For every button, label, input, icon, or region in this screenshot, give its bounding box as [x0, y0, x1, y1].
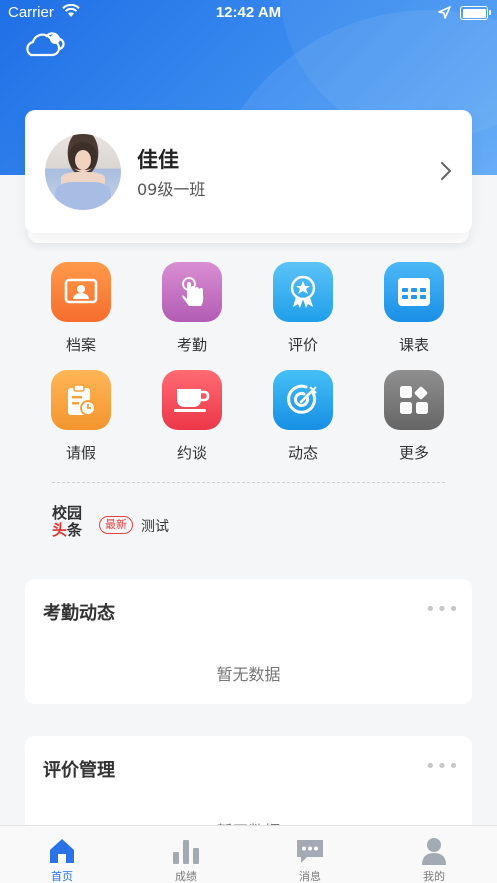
clipboard-clock-icon [51, 370, 111, 430]
menu-label: 动态 [287, 444, 318, 462]
menu-item-schedule[interactable]: 课表 [364, 262, 464, 355]
menu-label: 档案 [65, 336, 96, 354]
menu-item-interview[interactable]: 约谈 [142, 370, 242, 463]
home-icon [47, 836, 77, 866]
profile-class: 09级一班 [137, 180, 206, 199]
menu-item-more[interactable]: 更多 [364, 370, 464, 463]
menu-item-dynamics[interactable]: 动态 [253, 370, 353, 463]
tab-home[interactable]: 首页 [0, 826, 124, 883]
more-dots-icon[interactable]: ••• [425, 599, 460, 620]
coffee-cup-icon [162, 370, 222, 430]
tab-label: 首页 [51, 870, 73, 883]
tab-grades[interactable]: 成绩 [124, 826, 248, 883]
menu-label: 请假 [65, 444, 96, 462]
attendance-section: 考勤动态 ••• 暂无数据 [25, 579, 472, 704]
more-dots-icon[interactable]: ••• [425, 756, 460, 777]
menu-label: 评价 [287, 336, 318, 354]
section-title: 考勤动态 [43, 603, 115, 624]
profile-card[interactable]: 佳佳 09级一班 [25, 110, 472, 233]
status-bar: Carrier 12:42 AM [0, 0, 497, 26]
empty-state: 暂无数据 [216, 665, 281, 684]
apps-grid-icon [384, 370, 444, 430]
tap-hand-icon [162, 262, 222, 322]
divider [52, 482, 445, 483]
avatar [45, 134, 121, 210]
chevron-right-icon[interactable] [439, 160, 453, 186]
section-title: 评价管理 [43, 760, 115, 781]
award-badge-icon [273, 262, 333, 322]
menu-label: 课表 [398, 336, 429, 354]
profile-card-icon [51, 262, 111, 322]
tab-label: 成绩 [175, 870, 197, 883]
clock-label: 12:42 AM [215, 4, 282, 21]
target-icon [273, 370, 333, 430]
menu-label: 考勤 [176, 336, 207, 354]
tab-mine[interactable]: 我的 [372, 826, 496, 883]
menu-item-leave[interactable]: 请假 [31, 370, 131, 463]
menu-label: 约谈 [176, 444, 207, 462]
menu-label: 更多 [398, 444, 429, 462]
news-badge: 最新 [99, 516, 133, 534]
menu-item-attendance[interactable]: 考勤 [142, 262, 242, 355]
chat-bubble-icon [295, 836, 325, 866]
calendar-grid-icon [384, 262, 444, 322]
cloud-logo-icon [22, 30, 66, 62]
tab-bar: 首页 成绩 消息 我的 [0, 825, 497, 883]
battery-icon [460, 6, 491, 20]
news-title[interactable]: 测试 [141, 516, 169, 536]
person-icon [419, 836, 449, 866]
tab-label: 我的 [423, 870, 445, 883]
campus-news-logo: 校园 头条 [52, 504, 83, 539]
profile-name: 佳佳 [137, 148, 179, 172]
tab-label: 消息 [299, 870, 321, 883]
tab-messages[interactable]: 消息 [248, 826, 372, 883]
menu-item-evaluation[interactable]: 评价 [253, 262, 353, 355]
location-arrow-icon [438, 5, 451, 23]
menu-item-archive[interactable]: 档案 [31, 262, 131, 355]
bar-chart-icon [171, 836, 201, 866]
